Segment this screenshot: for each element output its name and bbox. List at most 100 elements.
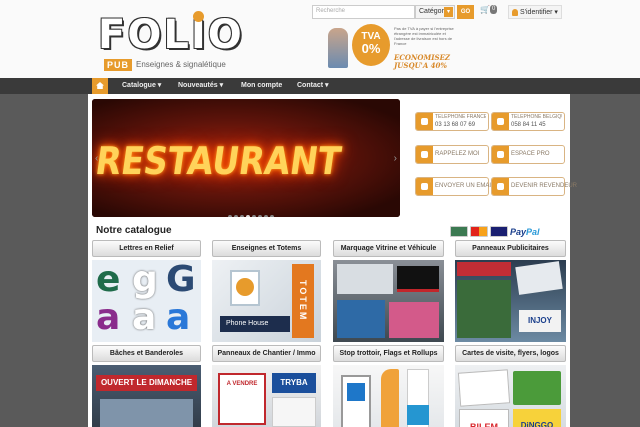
phone-icon bbox=[492, 113, 509, 130]
reseller-icon bbox=[492, 178, 509, 195]
visa-icon bbox=[490, 226, 508, 238]
category-lettres-relief-image[interactable]: e g G a a a bbox=[92, 260, 201, 342]
main-nav: Catalogue ▾ Nouveautés ▾ Mon compte Cont… bbox=[0, 78, 640, 94]
a-vendre-sign: A VENDRE bbox=[218, 373, 266, 425]
callback-label: RAPPELEZ MOI bbox=[435, 151, 480, 157]
category-enseignes-totems-image[interactable]: Phone House TOTEM bbox=[212, 260, 321, 342]
phone-belgium-number: 058 84 11 45 bbox=[511, 122, 546, 128]
pro-space-label: ESPACE PRO bbox=[511, 151, 550, 157]
category-baches-banderoles-button[interactable]: Bâches et Banderoles bbox=[92, 345, 201, 362]
category-cartes-visite-image[interactable]: BILEM DiNGGO bbox=[455, 365, 566, 427]
search-input[interactable]: Recherche bbox=[312, 5, 415, 19]
user-icon bbox=[512, 8, 518, 16]
slider-dot-active[interactable] bbox=[246, 215, 250, 217]
category-baches-banderoles-image[interactable]: OUVERT LE DIMANCHE bbox=[92, 365, 201, 427]
category-stop-trottoir-button[interactable]: Stop trottoir, Flags et Rollups bbox=[333, 345, 444, 362]
paypal-logo-right: Pal bbox=[526, 226, 540, 237]
email-label: ENVOYER UN EMAIL bbox=[435, 183, 495, 189]
header: FOLIO PUB Enseignes & signalétique Reche… bbox=[0, 0, 640, 78]
search-go-button[interactable]: GO bbox=[457, 5, 474, 19]
nav-item-nouveautes[interactable]: Nouveautés ▾ bbox=[178, 78, 223, 94]
logo-tagline: Enseignes & signalétique bbox=[136, 60, 226, 69]
tva-value: 0% bbox=[361, 41, 381, 56]
reseller-label: DEVENIR REVENDEUR bbox=[511, 183, 578, 189]
nav-item-label: Contact bbox=[297, 82, 324, 89]
slider-dot[interactable] bbox=[228, 215, 232, 217]
chevron-right-icon[interactable]: › bbox=[394, 153, 397, 164]
catalog-title: Notre catalogue bbox=[96, 225, 172, 236]
slider-dot[interactable] bbox=[234, 215, 238, 217]
mail-icon bbox=[416, 178, 433, 195]
category-stop-trottoir-image[interactable] bbox=[333, 365, 444, 427]
callback-button[interactable]: RAPPELEZ MOI bbox=[415, 145, 489, 164]
chevron-down-icon: ▾ bbox=[444, 7, 453, 17]
promo-fine-print: Pas de TVA à payer si l'entreprise étran… bbox=[394, 26, 454, 46]
logo-pub: PUB bbox=[104, 59, 132, 71]
slider-dot[interactable] bbox=[240, 215, 244, 217]
paypal-logo-left: Pay bbox=[510, 226, 527, 237]
category-marquage-vitrine-image[interactable] bbox=[333, 260, 444, 342]
main-content: RESTAURANT ‹ › TELEPHONE FRANCE 03 13 68… bbox=[88, 94, 577, 427]
ouvert-dimanche-banner: OUVERT LE DIMANCHE bbox=[96, 375, 197, 391]
chevron-left-icon[interactable]: ‹ bbox=[95, 153, 98, 164]
category-panneaux-publicitaires-image[interactable]: INJOY bbox=[455, 260, 566, 342]
cart-button[interactable]: 🛒 0 bbox=[480, 5, 502, 19]
category-select[interactable]: Catégorie ▾ bbox=[415, 5, 455, 19]
phone-france-button[interactable]: TELEPHONE FRANCE 03 13 68 07 69 bbox=[415, 112, 489, 131]
category-panneaux-chantier-button[interactable]: Panneaux de Chantier / Immo bbox=[212, 345, 321, 362]
nav-item-label: Nouveautés bbox=[178, 82, 218, 89]
phone-icon bbox=[416, 113, 433, 130]
cart-count-badge: 0 bbox=[489, 5, 498, 15]
nav-item-mon-compte[interactable]: Mon compte bbox=[241, 78, 282, 94]
phone-belgium-button[interactable]: TELEPHONE BELGIQUE 058 84 11 45 bbox=[491, 112, 565, 131]
dinggo-flyer: DiNGGO bbox=[513, 409, 561, 427]
mastercard-icon bbox=[470, 226, 488, 238]
slider-neon-text: RESTAURANT bbox=[92, 139, 344, 183]
phone-france-label: TELEPHONE FRANCE bbox=[435, 114, 486, 120]
pro-icon bbox=[492, 146, 509, 163]
site-logo[interactable]: FOLIO PUB Enseignes & signalétique bbox=[92, 6, 252, 72]
logo-text: FOLIO bbox=[98, 12, 244, 58]
promo-person-image bbox=[328, 28, 348, 68]
slider-dot[interactable] bbox=[252, 215, 256, 217]
category-lettres-relief-button[interactable]: Lettres en Relief bbox=[92, 240, 201, 257]
logo-dot bbox=[193, 11, 204, 22]
nav-item-label: Catalogue bbox=[122, 82, 156, 89]
signin-label: S'identifier bbox=[520, 9, 553, 16]
tva-badge: TVA 0% bbox=[352, 24, 390, 66]
email-button[interactable]: ENVOYER UN EMAIL bbox=[415, 177, 494, 196]
tryba-sign: TRYBA bbox=[272, 373, 316, 393]
phone-belgium-label: TELEPHONE BELGIQUE bbox=[511, 114, 562, 120]
hero-slider[interactable]: RESTAURANT ‹ › bbox=[92, 99, 400, 217]
category-enseignes-totems-button[interactable]: Enseignes et Totems bbox=[212, 240, 321, 257]
home-icon bbox=[96, 82, 104, 89]
callback-icon bbox=[416, 146, 433, 163]
category-panneaux-chantier-image[interactable]: A VENDRE TRYBA bbox=[212, 365, 321, 427]
slider-dots bbox=[228, 206, 276, 217]
category-panneaux-publicitaires-button[interactable]: Panneaux Publicitaires bbox=[455, 240, 566, 257]
slider-dot[interactable] bbox=[258, 215, 262, 217]
cb-card-icon bbox=[450, 226, 468, 238]
totem-sign: TOTEM bbox=[292, 264, 314, 338]
tva-promo-banner[interactable]: TVA 0% Pas de TVA à payer si l'entrepris… bbox=[328, 22, 458, 72]
nav-item-catalogue[interactable]: Catalogue ▾ bbox=[122, 78, 161, 94]
promo-economy-text: ECONOMISEZ JUSQU'A 40% bbox=[394, 54, 458, 70]
paypal-logo: PayPal bbox=[510, 227, 540, 237]
bilem-flyer: BILEM bbox=[459, 409, 509, 427]
slider-dot[interactable] bbox=[264, 215, 268, 217]
category-marquage-vitrine-button[interactable]: Marquage Vitrine et Véhicule bbox=[333, 240, 444, 257]
nav-item-contact[interactable]: Contact ▾ bbox=[297, 78, 329, 94]
pro-space-button[interactable]: ESPACE PRO bbox=[491, 145, 565, 164]
reseller-button[interactable]: DEVENIR REVENDEUR bbox=[491, 177, 577, 196]
home-button[interactable] bbox=[92, 78, 108, 94]
phone-france-number: 03 13 68 07 69 bbox=[435, 122, 476, 128]
cart-icon: 🛒 bbox=[480, 5, 490, 14]
signin-button[interactable]: S'identifier ▾ bbox=[508, 5, 562, 19]
category-cartes-visite-button[interactable]: Cartes de visite, flyers, logos bbox=[455, 345, 566, 362]
slider-dot[interactable] bbox=[270, 215, 274, 217]
promo-economy-line2: JUSQU'A 40% bbox=[394, 61, 448, 70]
payment-logos: PayPal bbox=[450, 223, 540, 238]
phone-house-sign: Phone House bbox=[220, 316, 290, 332]
injoy-sign: INJOY bbox=[519, 310, 561, 332]
nav-item-label: Mon compte bbox=[241, 82, 283, 89]
